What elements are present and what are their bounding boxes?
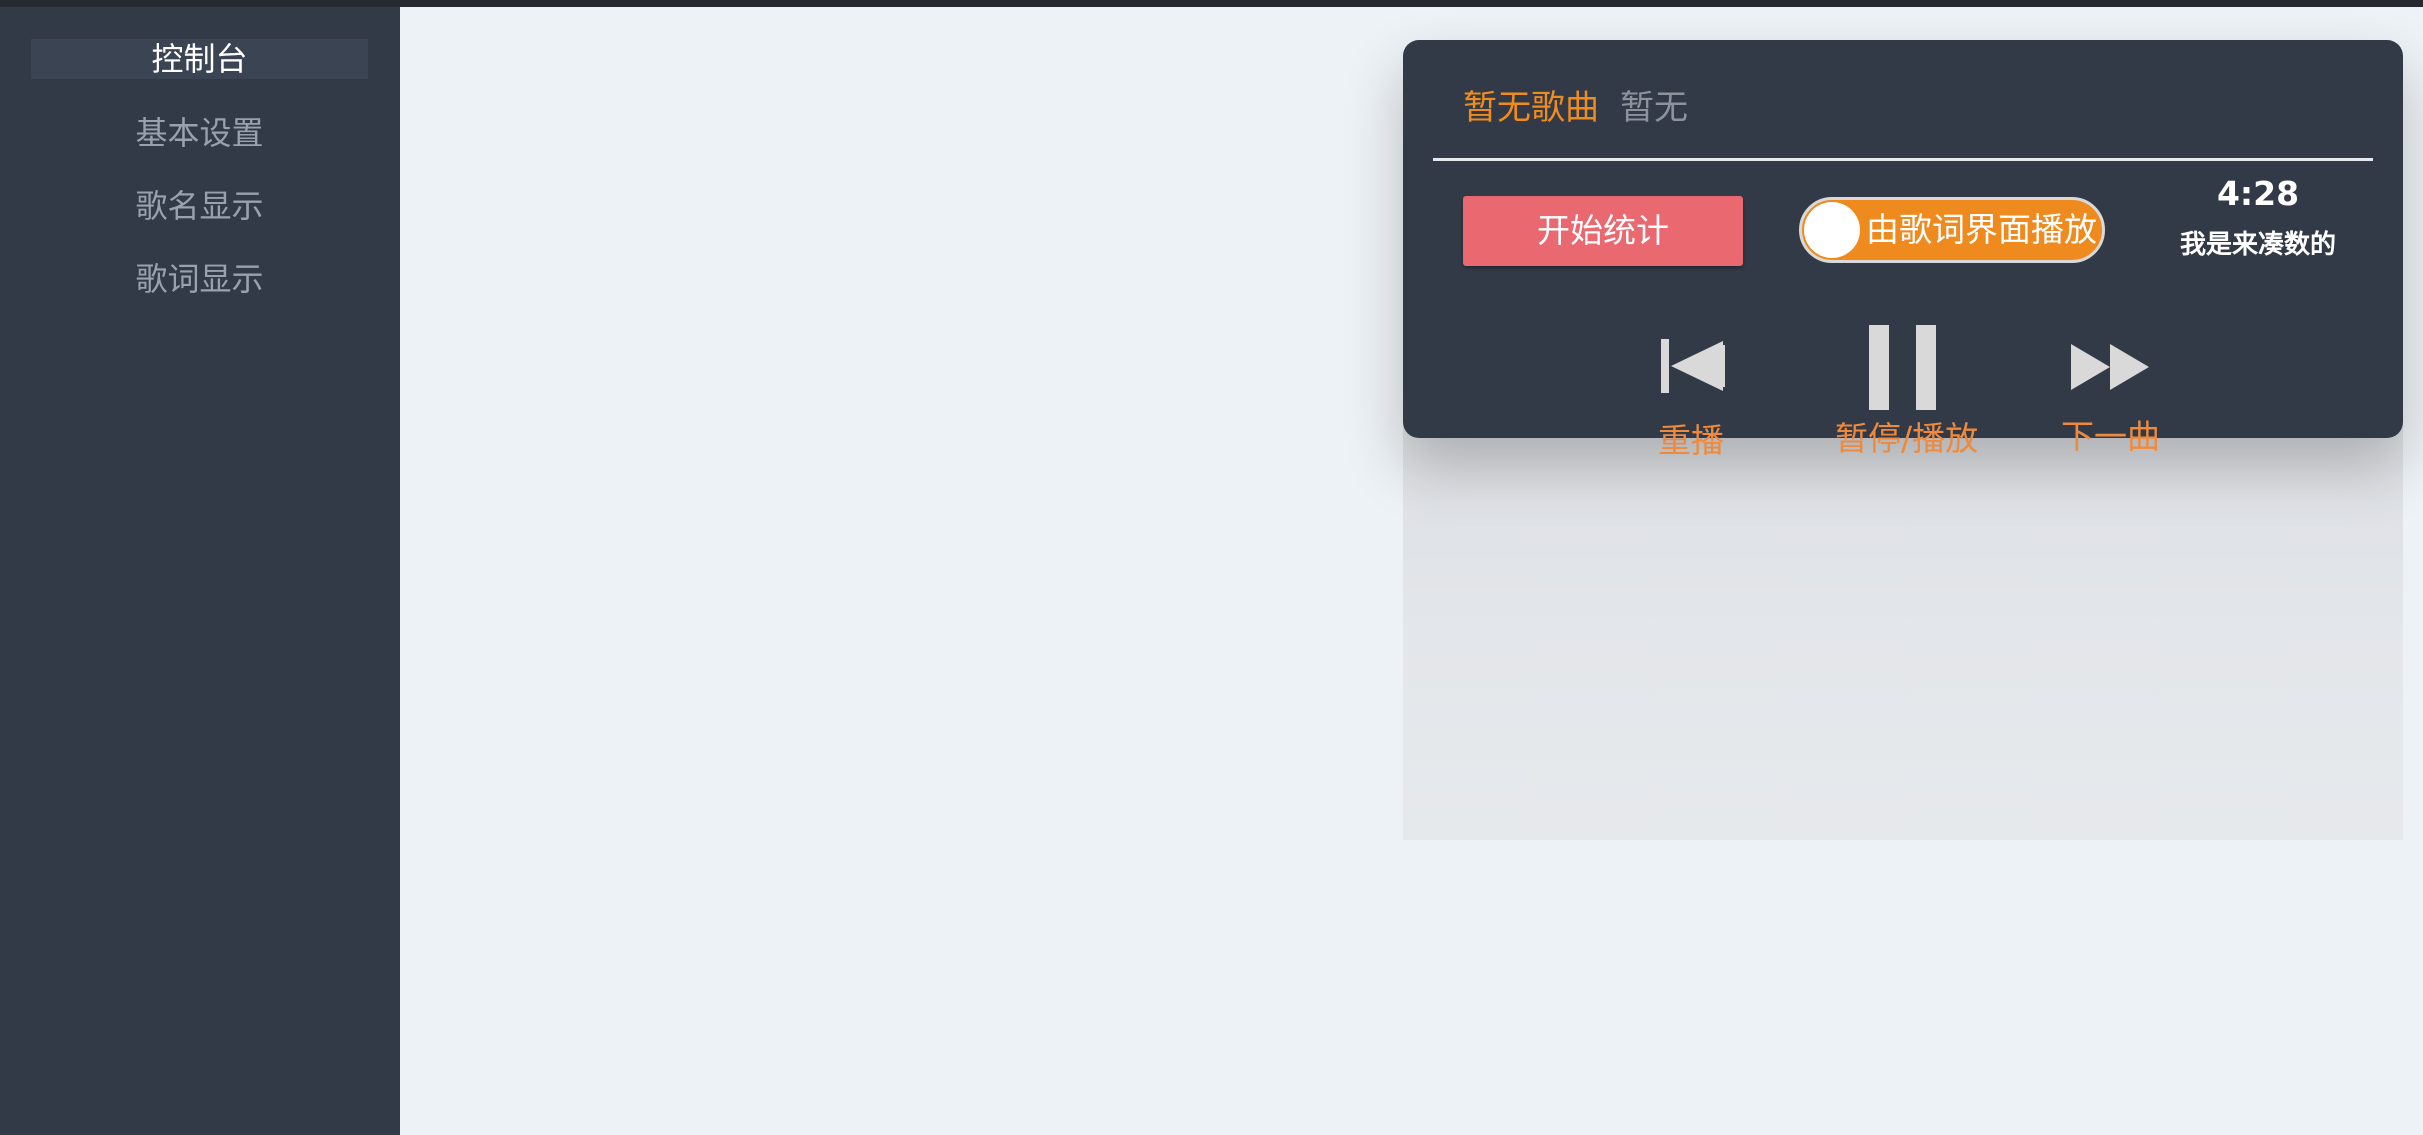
pause-icon (1869, 325, 1936, 410)
replay-label[interactable]: 重播 (1658, 414, 1724, 462)
sidebar-item-basic-settings[interactable]: 基本设置 (31, 113, 368, 153)
time-display: 4:28 (2216, 174, 2300, 213)
song-artist: 暂无 (1620, 88, 1688, 128)
divider (1433, 158, 2373, 161)
toggle-label: 由歌词界面播放 (1866, 210, 2097, 249)
time-subtitle: 我是来凑数的 (2179, 230, 2336, 260)
music-player-panel: 暂无歌曲 暂无 开始统计 由歌词界面播放 4:28 我是来凑数的 重播 暂停/播… (1403, 40, 2403, 460)
fast-forward-icon (2071, 344, 2149, 390)
replay-button[interactable] (1661, 337, 1727, 395)
start-statistics-button[interactable]: 开始统计 (1463, 196, 1743, 266)
next-label[interactable]: 下一曲 (2061, 410, 2160, 458)
player-shadow-area (1403, 420, 2403, 840)
next-button[interactable] (2071, 344, 2149, 390)
sidebar-item-console[interactable]: 控制台 (31, 39, 368, 79)
top-bar (0, 0, 2423, 7)
sidebar: 控制台 基本设置 歌名显示 歌词显示 (0, 7, 400, 1135)
sidebar-item-song-name-display[interactable]: 歌名显示 (31, 186, 368, 226)
toggle-knob (1804, 202, 1860, 258)
song-title: 暂无歌曲 (1463, 88, 1599, 128)
lyrics-playback-toggle[interactable]: 由歌词界面播放 (1799, 197, 2105, 263)
sidebar-item-lyrics-display[interactable]: 歌词显示 (31, 259, 368, 299)
pause-play-label[interactable]: 暂停/播放 (1835, 412, 1978, 460)
skip-previous-icon (1661, 339, 1725, 393)
pause-play-button[interactable] (1869, 325, 1937, 410)
